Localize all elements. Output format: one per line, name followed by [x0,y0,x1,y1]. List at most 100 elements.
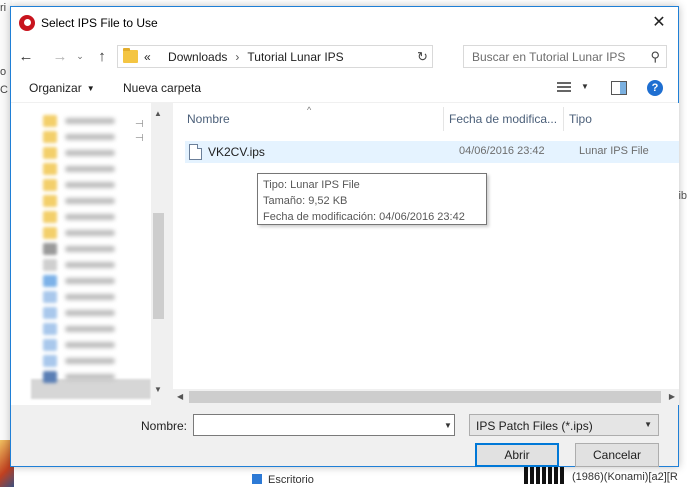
file-row[interactable]: VK2CV.ips 04/06/2016 23:42 Lunar IPS Fil… [185,141,679,163]
navpane-item[interactable] [43,163,143,175]
up-arrow-icon[interactable]: ↑ [93,47,111,65]
navpane-vertical-scrollbar[interactable]: ▲ ▼ [151,103,166,405]
breadcrumb-item-tutorial-lunar-ips[interactable]: Tutorial Lunar IPS [247,50,343,64]
folder-icon [43,371,57,383]
breadcrumb-item-downloads[interactable]: Downloads [168,50,227,64]
folder-icon [43,211,57,223]
column-divider[interactable] [443,107,444,131]
file-icon [189,144,202,160]
back-arrow-icon[interactable]: ← [17,47,35,65]
navpane-item-label [65,230,115,236]
folder-icon [43,275,57,287]
navigation-pane: ⊣ ⊣ ▲ ▼ [11,103,167,405]
file-type-filter-value: IPS Patch Files (*.ips) [476,419,593,433]
recent-locations-chevron-icon[interactable]: ⌄ [71,47,89,65]
help-icon[interactable]: ? [647,80,663,96]
navpane-item[interactable] [43,355,143,367]
navpane-item[interactable] [43,147,143,159]
background-bottom-right-text: (1986)(Konami)[a2][R [572,471,678,483]
column-divider[interactable] [563,107,564,131]
navpane-item-label [65,294,115,300]
scroll-right-arrow-icon[interactable]: ▶ [669,392,675,401]
navpane-item[interactable] [43,243,143,255]
open-button[interactable]: Abrir [475,443,559,467]
navpane-item[interactable] [43,323,143,335]
folder-icon [43,131,57,143]
navpane-item-label [65,214,115,220]
close-button[interactable]: ✕ [644,11,674,33]
preview-pane-icon[interactable] [611,81,627,95]
navpane-item[interactable] [43,259,143,271]
chevron-down-icon: ▼ [644,420,652,429]
scroll-up-arrow-icon[interactable]: ▲ [154,109,162,118]
navpane-item[interactable] [43,291,143,303]
file-name-history-chevron-icon[interactable]: ▼ [440,414,456,436]
navpane-item-label [65,326,115,332]
navpane-item-label [65,278,115,284]
navpane-item-label [65,246,115,252]
folder-icon [43,179,57,191]
navpane-item[interactable] [43,339,143,351]
background-logo [524,466,564,484]
scrollbar-thumb[interactable] [189,391,661,403]
navpane-item-label [65,374,115,380]
navpane-item-label [65,342,115,348]
view-options-icon[interactable] [557,82,571,94]
file-list-horizontal-scrollbar[interactable]: ◀ ▶ [173,389,679,405]
navpane-item[interactable] [43,307,143,319]
navpane-item[interactable] [43,131,143,143]
breadcrumb-overflow[interactable]: « [144,50,151,64]
search-icon[interactable]: ⚲ [650,49,660,65]
search-box[interactable]: Buscar en Tutorial Lunar IPS ⚲ [463,45,667,68]
title-bar: Select IPS File to Use ✕ [11,7,678,37]
navpane-item-label [65,310,115,316]
scroll-left-arrow-icon[interactable]: ◀ [177,392,183,401]
file-date: 04/06/2016 23:42 [459,145,545,157]
pin-icon[interactable]: ⊣ [135,133,144,144]
column-header-type[interactable]: Tipo [569,112,592,126]
file-type-filter[interactable]: IPS Patch Files (*.ips) ▼ [469,414,659,436]
navpane-item[interactable] [43,115,143,127]
folder-icon [43,307,57,319]
file-name-field[interactable] [193,414,455,436]
navpane-item[interactable] [43,195,143,207]
navpane-item[interactable] [43,371,143,383]
view-chevron-down-icon[interactable]: ▼ [581,82,589,91]
file-name: VK2CV.ips [208,145,265,159]
file-info-tooltip: Tipo: Lunar IPS File Tamaño: 9,52 KB Fec… [257,173,487,225]
navpane-item[interactable] [43,275,143,287]
scroll-down-arrow-icon[interactable]: ▼ [154,385,162,394]
command-toolbar: Organizar ▼ Nueva carpeta ▼ ? [11,73,678,103]
folder-icon [43,163,57,175]
column-header-name[interactable]: Nombre [187,112,230,126]
pin-icon[interactable]: ⊣ [135,119,144,130]
navpane-item[interactable] [43,211,143,223]
search-placeholder: Buscar en Tutorial Lunar IPS [472,50,626,64]
background-text-fragment: ib [678,190,687,202]
new-folder-button[interactable]: Nueva carpeta [123,81,201,95]
dialog-title: Select IPS File to Use [41,16,158,30]
navpane-item-label [65,182,115,188]
address-bar[interactable]: « Downloads›Tutorial Lunar IPS ⌄ [117,45,516,70]
navpane-item-label [65,358,115,364]
tooltip-modified: Fecha de modificación: 04/06/2016 23:42 [263,211,465,223]
forward-arrow-icon[interactable]: → [51,47,69,65]
tooltip-size: Tamaño: 9,52 KB [263,195,348,207]
folder-icon [43,323,57,335]
breadcrumb-separator-icon[interactable]: › [235,50,239,64]
column-header-date[interactable]: Fecha de modifica... [449,112,557,126]
cancel-button[interactable]: Cancelar [575,443,659,467]
navpane-item[interactable] [43,227,143,239]
navpane-item-label [65,198,115,204]
scrollbar-thumb[interactable] [153,213,164,319]
refresh-icon[interactable]: ↻ [413,45,433,68]
navpane-item[interactable] [43,179,143,191]
navpane-item-label [65,134,115,140]
navigation-bar: ← → ⌄ ↑ « Downloads›Tutorial Lunar IPS ⌄… [11,37,678,73]
organize-button[interactable]: Organizar ▼ [29,81,95,95]
folder-icon [43,339,57,351]
folder-icon [43,195,57,207]
navpane-item-label [65,262,115,268]
sort-ascending-icon: ^ [307,105,312,115]
file-list: ^ Nombre Fecha de modifica... Tipo VK2CV… [173,103,679,405]
